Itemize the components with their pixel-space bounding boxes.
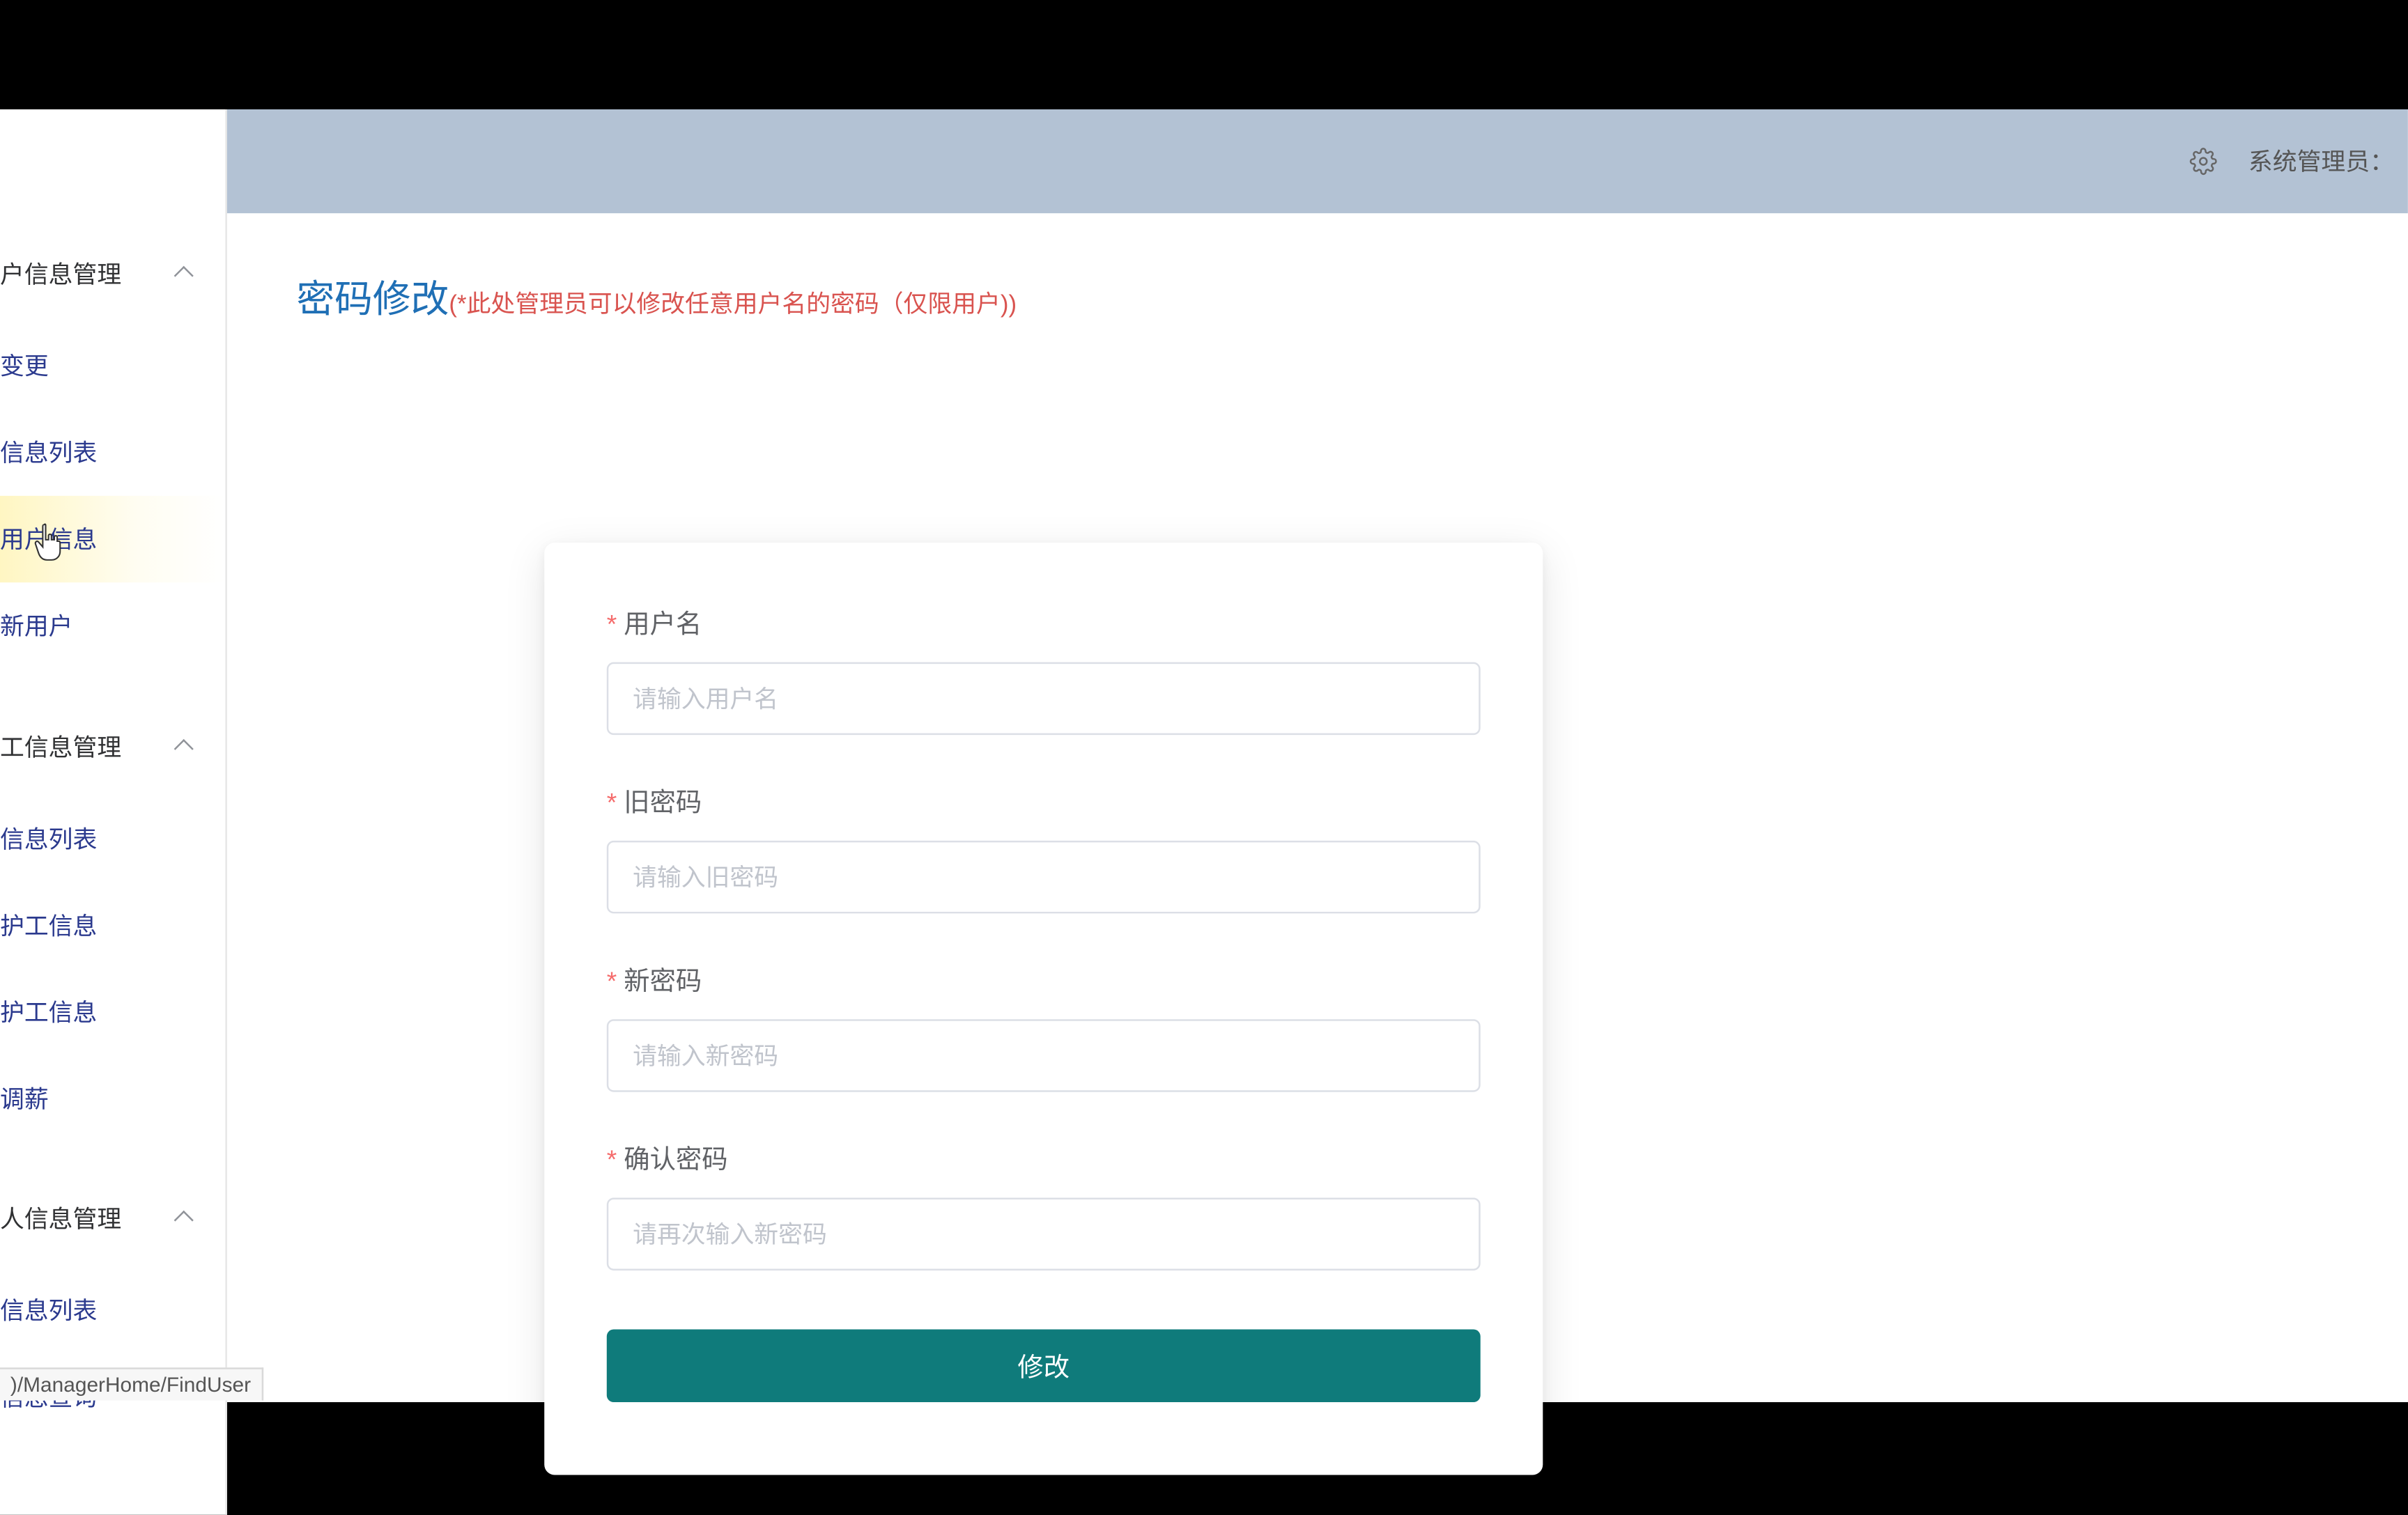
sidebar-item-user-info[interactable]: 用户信息	[0, 496, 225, 582]
sidebar-group-label: 户信息管理	[0, 256, 121, 291]
label-text: 用户名	[624, 610, 702, 639]
form-group-username: *用户名	[607, 605, 1481, 736]
sidebar: 户信息管理 变更 信息列表 用户信息 新用户 工信息管理 信息列表 护工信息	[0, 109, 227, 1515]
page-title-note: (*此处管理员可以修改任意用户名的密码（仅限用户))	[449, 290, 1017, 318]
label-text: 旧密码	[624, 788, 702, 818]
password-change-card: *用户名 *旧密码 *新密码 *确认密码 修改	[544, 543, 1543, 1475]
required-mark: *	[607, 968, 617, 997]
sidebar-item-caregiver-info-2[interactable]: 护工信息	[0, 969, 225, 1055]
sidebar-item-label: 新用户	[0, 609, 72, 644]
chevron-up-icon	[173, 263, 194, 284]
sidebar-item-new-user[interactable]: 新用户	[0, 582, 225, 669]
chevron-up-icon	[173, 1208, 194, 1229]
status-bar-url: )/ManagerHome/FindUser	[0, 1367, 263, 1400]
label-text: 确认密码	[624, 1146, 727, 1175]
sidebar-item-label: 变更	[0, 348, 49, 383]
required-mark: *	[607, 610, 617, 639]
sidebar-item-label: 护工信息	[0, 995, 97, 1030]
confirm-password-input[interactable]	[607, 1197, 1481, 1270]
sidebar-item-label: 护工信息	[0, 908, 97, 943]
required-mark: *	[607, 788, 617, 818]
username-input[interactable]	[607, 662, 1481, 735]
sidebar-group-worker-info[interactable]: 工信息管理	[0, 699, 225, 795]
new-password-label: *新密码	[607, 962, 1481, 998]
old-password-label: *旧密码	[607, 784, 1481, 820]
admin-label: 系统管理员：	[2248, 144, 2394, 179]
sidebar-item-salary-adjust[interactable]: 调薪	[0, 1055, 225, 1142]
form-group-old-password: *旧密码	[607, 784, 1481, 914]
sidebar-item-info-list[interactable]: 信息列表	[0, 409, 225, 495]
gear-icon[interactable]	[2189, 148, 2217, 176]
sidebar-group-label: 人信息管理	[0, 1201, 121, 1236]
confirm-password-label: *确认密码	[607, 1140, 1481, 1176]
sidebar-group-user-info[interactable]: 户信息管理	[0, 226, 225, 323]
chevron-up-icon	[173, 737, 194, 758]
page-heading: 密码修改(*此处管理员可以修改任意用户名的密码（仅限用户))	[296, 269, 2338, 325]
old-password-input[interactable]	[607, 841, 1481, 913]
sidebar-group-label: 工信息管理	[0, 730, 121, 765]
sidebar-item-change[interactable]: 变更	[0, 323, 225, 409]
sidebar-group-person-info[interactable]: 人信息管理	[0, 1170, 225, 1267]
label-text: 新密码	[624, 968, 702, 997]
required-mark: *	[607, 1146, 617, 1175]
sidebar-item-caregiver-info[interactable]: 护工信息	[0, 883, 225, 969]
form-group-new-password: *新密码	[607, 962, 1481, 1092]
username-label: *用户名	[607, 605, 1481, 642]
submit-button[interactable]: 修改	[607, 1330, 1481, 1402]
page-title: 密码修改	[296, 277, 449, 320]
sidebar-item-label: 信息列表	[0, 822, 97, 857]
header-bar: 系统管理员：	[227, 109, 2408, 213]
form-group-confirm-password: *确认密码	[607, 1140, 1481, 1271]
sidebar-item-label: 调薪	[0, 1082, 49, 1117]
sidebar-item-worker-list[interactable]: 信息列表	[0, 795, 225, 882]
sidebar-item-label: 用户信息	[0, 522, 97, 557]
sidebar-item-person-list[interactable]: 信息列表	[0, 1267, 225, 1353]
sidebar-item-label: 信息列表	[0, 1293, 97, 1328]
sidebar-item-label: 信息列表	[0, 435, 97, 470]
new-password-input[interactable]	[607, 1019, 1481, 1091]
